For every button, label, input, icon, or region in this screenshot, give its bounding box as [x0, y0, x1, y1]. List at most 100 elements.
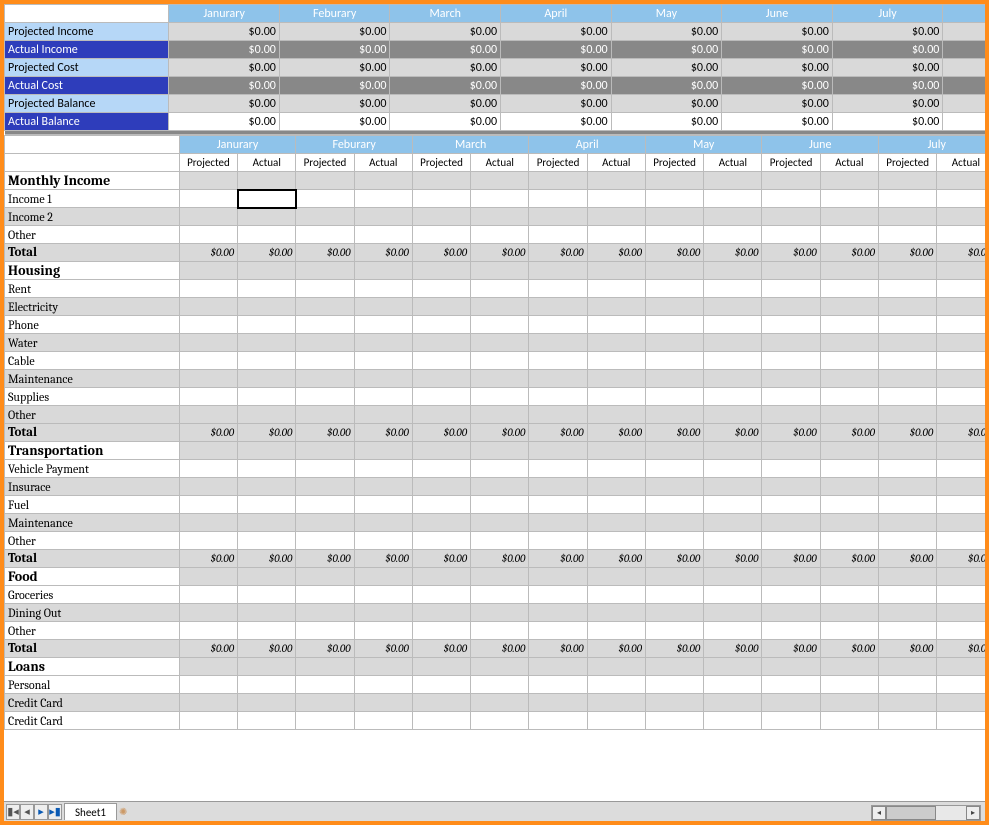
summary-cell[interactable]: $0.00: [279, 95, 390, 113]
data-cell[interactable]: [179, 352, 237, 370]
total-cell[interactable]: $0.00: [471, 550, 529, 568]
summary-cell[interactable]: $0.00: [390, 23, 501, 41]
data-cell[interactable]: [471, 316, 529, 334]
total-cell[interactable]: $0.00: [587, 640, 645, 658]
total-cell[interactable]: $0.00: [645, 424, 703, 442]
data-cell[interactable]: [179, 370, 237, 388]
data-cell[interactable]: [296, 316, 354, 334]
section-header-cell[interactable]: [704, 568, 762, 586]
data-cell[interactable]: [879, 586, 937, 604]
data-cell[interactable]: [354, 586, 412, 604]
data-cell[interactable]: [238, 514, 296, 532]
section-header-cell[interactable]: [238, 172, 296, 190]
total-cell[interactable]: $0.00: [820, 424, 878, 442]
data-cell[interactable]: [645, 226, 703, 244]
section-header-cell[interactable]: [762, 442, 820, 460]
total-cell[interactable]: $0.00: [879, 640, 937, 658]
data-cell[interactable]: [238, 712, 296, 730]
data-cell[interactable]: [587, 208, 645, 226]
total-cell[interactable]: $0.00: [471, 244, 529, 262]
section-header-cell[interactable]: [937, 172, 985, 190]
section-header-cell[interactable]: [354, 442, 412, 460]
data-cell[interactable]: [179, 316, 237, 334]
data-cell[interactable]: [471, 676, 529, 694]
data-cell[interactable]: [879, 712, 937, 730]
data-cell[interactable]: [412, 190, 470, 208]
data-cell[interactable]: [354, 280, 412, 298]
section-header-cell[interactable]: [238, 568, 296, 586]
total-cell[interactable]: $0.00: [238, 424, 296, 442]
data-cell[interactable]: [529, 406, 587, 424]
section-header-cell[interactable]: [645, 658, 703, 676]
data-cell[interactable]: [879, 532, 937, 550]
summary-cell[interactable]: $0.00: [501, 113, 612, 131]
data-cell[interactable]: [529, 298, 587, 316]
data-cell[interactable]: [937, 298, 985, 316]
section-header-cell[interactable]: [179, 658, 237, 676]
summary-cell[interactable]: $0.00: [722, 77, 833, 95]
summary-cell[interactable]: $0.00: [169, 59, 280, 77]
data-cell[interactable]: [762, 478, 820, 496]
data-cell[interactable]: [645, 352, 703, 370]
section-header-cell[interactable]: [587, 442, 645, 460]
data-cell[interactable]: [412, 352, 470, 370]
section-header-cell[interactable]: [937, 568, 985, 586]
data-cell[interactable]: [238, 694, 296, 712]
total-cell[interactable]: $0.00: [471, 640, 529, 658]
data-cell[interactable]: [937, 694, 985, 712]
data-cell[interactable]: [820, 514, 878, 532]
total-cell[interactable]: $0.00: [412, 640, 470, 658]
data-cell[interactable]: [704, 712, 762, 730]
section-header-cell[interactable]: [354, 172, 412, 190]
data-cell[interactable]: [296, 604, 354, 622]
data-cell[interactable]: [238, 406, 296, 424]
data-cell[interactable]: [762, 280, 820, 298]
section-header-cell[interactable]: [179, 442, 237, 460]
data-cell[interactable]: [296, 352, 354, 370]
data-cell[interactable]: [762, 406, 820, 424]
data-cell[interactable]: [296, 532, 354, 550]
total-cell[interactable]: $0.00: [354, 640, 412, 658]
data-cell[interactable]: [762, 298, 820, 316]
data-cell[interactable]: [587, 478, 645, 496]
summary-cell[interactable]: $0.00: [611, 23, 722, 41]
summary-cell[interactable]: $0.: [943, 23, 985, 41]
data-cell[interactable]: [645, 208, 703, 226]
section-header-cell[interactable]: [704, 442, 762, 460]
total-cell[interactable]: $0.00: [879, 244, 937, 262]
data-cell[interactable]: [179, 226, 237, 244]
summary-cell[interactable]: $0.00: [390, 95, 501, 113]
total-cell[interactable]: $0.00: [529, 424, 587, 442]
data-cell[interactable]: [587, 622, 645, 640]
data-cell[interactable]: [471, 370, 529, 388]
section-header-cell[interactable]: [937, 442, 985, 460]
total-cell[interactable]: $0.00: [820, 640, 878, 658]
total-cell[interactable]: $0.00: [354, 424, 412, 442]
data-cell[interactable]: [937, 352, 985, 370]
summary-cell[interactable]: $0.00: [611, 113, 722, 131]
data-cell[interactable]: [296, 370, 354, 388]
summary-cell[interactable]: $0.00: [722, 113, 833, 131]
data-cell[interactable]: [762, 334, 820, 352]
data-cell[interactable]: [296, 676, 354, 694]
data-cell[interactable]: [529, 604, 587, 622]
data-cell[interactable]: [587, 226, 645, 244]
section-header-cell[interactable]: [704, 262, 762, 280]
total-cell[interactable]: $0.00: [238, 550, 296, 568]
data-cell[interactable]: [645, 478, 703, 496]
data-cell[interactable]: [412, 676, 470, 694]
data-cell[interactable]: [937, 280, 985, 298]
data-cell[interactable]: [412, 208, 470, 226]
data-cell[interactable]: [471, 532, 529, 550]
data-cell[interactable]: [354, 478, 412, 496]
data-cell[interactable]: [238, 352, 296, 370]
data-cell[interactable]: [296, 406, 354, 424]
data-cell[interactable]: [179, 622, 237, 640]
section-header-cell[interactable]: [820, 172, 878, 190]
summary-cell[interactable]: $0.00: [390, 59, 501, 77]
summary-cell[interactable]: $0.00: [832, 113, 943, 131]
new-sheet-icon[interactable]: ✺: [119, 805, 127, 818]
data-cell[interactable]: [704, 622, 762, 640]
data-cell[interactable]: [820, 298, 878, 316]
data-cell[interactable]: [587, 316, 645, 334]
